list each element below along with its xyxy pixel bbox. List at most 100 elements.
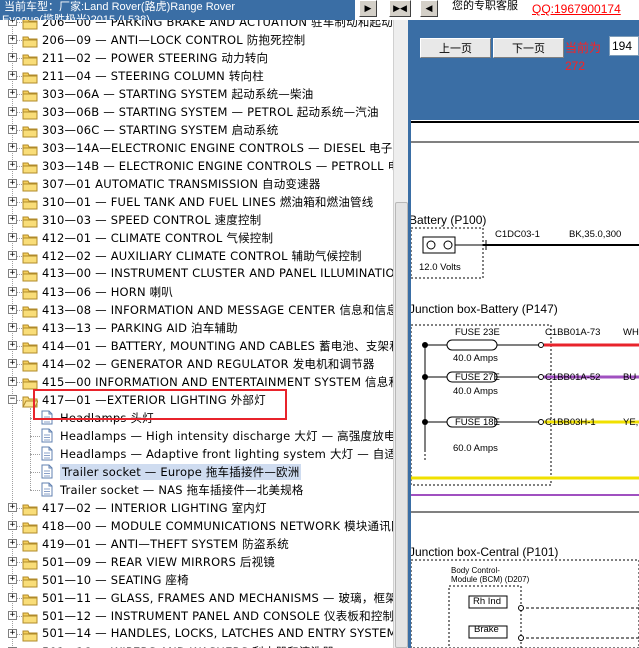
expand-toggle-icon[interactable]: + <box>8 521 17 530</box>
tree-folder-item[interactable]: +413—08 — INFORMATION AND MESSAGE CENTER… <box>0 301 393 319</box>
tree-item-label[interactable]: 211—04 — STEERING COLUMN 转向柱 <box>42 68 264 84</box>
tree-folder-item[interactable]: +206—00 — PARKING BRAKE AND ACTUATION 驻车… <box>0 20 393 31</box>
expand-toggle-icon[interactable]: + <box>8 611 17 620</box>
next-page-button[interactable]: 下一页 <box>493 38 564 58</box>
tree-item-label[interactable]: 412—01 — CLIMATE CONTROL 气候控制 <box>42 230 273 246</box>
tree-folder-item[interactable]: +501—14 — HANDLES, LOCKS, LATCHES AND EN… <box>0 625 393 643</box>
expand-toggle-icon[interactable]: + <box>8 197 17 206</box>
page-number-input[interactable]: 194 <box>609 36 639 56</box>
expand-toggle-icon[interactable]: + <box>8 251 17 260</box>
tree-item-label[interactable]: Headlamps — Adaptive front lighting syst… <box>60 446 393 462</box>
tree-folder-item[interactable]: +418—00 — MODULE COMMUNICATIONS NETWORK … <box>0 517 393 535</box>
expand-toggle-icon[interactable]: + <box>8 215 17 224</box>
support-qq-link[interactable]: QQ:1967900174 <box>532 2 621 16</box>
expand-toggle-icon[interactable]: + <box>8 575 17 584</box>
tree-item-label[interactable]: 413—00 — INSTRUMENT CLUSTER AND PANEL IL… <box>42 266 393 280</box>
tree-folder-item[interactable]: +211—04 — STEERING COLUMN 转向柱 <box>0 67 393 85</box>
tree-folder-item[interactable]: +501—09 — REAR VIEW MIRRORS 后视镜 <box>0 553 393 571</box>
expand-toggle-icon[interactable]: + <box>8 71 17 80</box>
expand-toggle-icon[interactable]: + <box>8 89 17 98</box>
tree-leaf-item[interactable]: Trailer socket — NAS 拖车插接件—北美规格 <box>0 481 393 499</box>
expand-toggle-icon[interactable]: + <box>8 35 17 44</box>
tree-folder-item[interactable]: +501—10 — SEATING 座椅 <box>0 571 393 589</box>
tree-item-label[interactable]: 419—01 — ANTI—THEFT SYSTEM 防盗系统 <box>42 536 289 552</box>
tree-item-label[interactable]: 206—00 — PARKING BRAKE AND ACTUATION 驻车制… <box>42 20 393 30</box>
collapse-toggle-icon[interactable]: − <box>8 395 17 404</box>
tree-leaf-item[interactable]: Headlamps — High intensity discharge 大灯 … <box>0 427 393 445</box>
tree-folder-item[interactable]: +303—06B — STARTING SYSTEM — PETROL 起动系统… <box>0 103 393 121</box>
tree-item-label[interactable]: 413—06 — HORN 喇叭 <box>42 284 173 300</box>
scrollbar-thumb[interactable] <box>395 202 408 648</box>
tree-item-label[interactable]: 414—01 — BATTERY, MOUNTING AND CABLES 蓄电… <box>42 338 393 354</box>
tree-item-label[interactable]: 303—14A—ELECTRONIC ENGINE CONTROLS — DIE… <box>42 140 393 156</box>
tree-item-label[interactable]: 303—14B — ELECTRONIC ENGINE CONTROLS — P… <box>42 158 393 174</box>
expand-toggle-icon[interactable]: + <box>8 503 17 512</box>
tree-folder-item[interactable]: +303—06C — STARTING SYSTEM 启动系统 <box>0 121 393 139</box>
expand-toggle-icon[interactable]: + <box>8 20 17 26</box>
tree-folder-item[interactable]: +413—06 — HORN 喇叭 <box>0 283 393 301</box>
tree-folder-item[interactable]: +211—02 — POWER STEERING 动力转向 <box>0 49 393 67</box>
expand-toggle-icon[interactable]: + <box>8 161 17 170</box>
tree-folder-item[interactable]: +412—02 — AUXILIARY CLIMATE CONTROL 辅助气候… <box>0 247 393 265</box>
expand-right-button[interactable]: ▶ <box>359 0 377 17</box>
tree-folder-item[interactable]: +501—11 — GLASS, FRAMES AND MECHANISMS —… <box>0 589 393 607</box>
tree-item-label[interactable]: 418—00 — MODULE COMMUNICATIONS NETWORK 模… <box>42 518 393 534</box>
tree-item-label[interactable]: 412—02 — AUXILIARY CLIMATE CONTROL 辅助气候控… <box>42 248 362 264</box>
tree-item-label[interactable]: 501—16 — WIPERS AND WASHERS 刮水器和清洗器 <box>42 644 334 648</box>
tree-item-label[interactable]: 414—02 — GENERATOR AND REGULATOR 发电机和调节器 <box>42 356 375 372</box>
tree-folder-item[interactable]: +413—13 — PARKING AID 泊车辅助 <box>0 319 393 337</box>
expand-toggle-icon[interactable]: + <box>8 125 17 134</box>
expand-toggle-icon[interactable]: + <box>8 359 17 368</box>
tree-item-label[interactable]: 206—09 — ANTI—LOCK CONTROL 防抱死控制 <box>42 32 305 48</box>
tree-folder-item[interactable]: +501—12 — INSTRUMENT PANEL AND CONSOLE 仪… <box>0 607 393 625</box>
expand-toggle-icon[interactable]: + <box>8 269 17 278</box>
expand-toggle-icon[interactable]: + <box>8 107 17 116</box>
tree-item-label[interactable]: 501—14 — HANDLES, LOCKS, LATCHES AND ENT… <box>42 626 393 640</box>
tree-folder-item[interactable]: +414—02 — GENERATOR AND REGULATOR 发电机和调节… <box>0 355 393 373</box>
tree-item-label[interactable]: 413—13 — PARKING AID 泊车辅助 <box>42 320 238 336</box>
expand-toggle-icon[interactable]: + <box>8 377 17 386</box>
expand-toggle-icon[interactable]: + <box>8 53 17 62</box>
tree-item-label[interactable]: 501—12 — INSTRUMENT PANEL AND CONSOLE 仪表… <box>42 608 393 624</box>
expand-toggle-icon[interactable]: + <box>8 593 17 602</box>
tree-item-label[interactable]: 303—06B — STARTING SYSTEM — PETROL 起动系统—… <box>42 104 379 120</box>
tree-scrollbar[interactable] <box>393 20 408 648</box>
tree-folder-item[interactable]: +303—14A—ELECTRONIC ENGINE CONTROLS — DI… <box>0 139 393 157</box>
expand-left-button[interactable]: ◀ <box>420 0 438 17</box>
tree-item-label[interactable]: 211—02 — POWER STEERING 动力转向 <box>42 50 268 66</box>
tree-item-label-selected[interactable]: Trailer socket — Europe 拖车插接件—欧洲 <box>60 464 302 480</box>
tree-item-label[interactable]: 307—01 AUTOMATIC TRANSMISSION 自动变速器 <box>42 176 321 192</box>
tree-folder-item[interactable]: +303—14B — ELECTRONIC ENGINE CONTROLS — … <box>0 157 393 175</box>
tree-item-label[interactable]: 310—01 — FUEL TANK AND FUEL LINES 燃油箱和燃油… <box>42 194 373 210</box>
expand-toggle-icon[interactable]: + <box>8 629 17 638</box>
tree-leaf-item[interactable]: Headlamps — Adaptive front lighting syst… <box>0 445 393 463</box>
tree-item-label[interactable]: 417—02 — INTERIOR LIGHTING 室内灯 <box>42 500 267 516</box>
tree-item-label[interactable]: 303—06A — STARTING SYSTEM 起动系统—柴油 <box>42 86 313 102</box>
expand-toggle-icon[interactable]: + <box>8 287 17 296</box>
tree-item-label[interactable]: 501—09 — REAR VIEW MIRRORS 后视镜 <box>42 554 275 570</box>
tree-item-label[interactable]: Headlamps — High intensity discharge 大灯 … <box>60 428 393 444</box>
expand-toggle-icon[interactable]: + <box>8 539 17 548</box>
tree-item-label[interactable]: 415—00 INFORMATION AND ENTERTAINMENT SYS… <box>42 374 393 390</box>
tree-folder-item[interactable]: +412—01 — CLIMATE CONTROL 气候控制 <box>0 229 393 247</box>
tree-item-label[interactable]: 303—06C — STARTING SYSTEM 启动系统 <box>42 122 278 138</box>
tree-folder-item[interactable]: +303—06A — STARTING SYSTEM 起动系统—柴油 <box>0 85 393 103</box>
tree-folder-item[interactable]: +206—09 — ANTI—LOCK CONTROL 防抱死控制 <box>0 31 393 49</box>
tree-folder-item[interactable]: +419—01 — ANTI—THEFT SYSTEM 防盗系统 <box>0 535 393 553</box>
tree-folder-item[interactable]: +310—01 — FUEL TANK AND FUEL LINES 燃油箱和燃… <box>0 193 393 211</box>
prev-page-button[interactable]: 上一页 <box>420 38 491 58</box>
expand-toggle-icon[interactable]: + <box>8 143 17 152</box>
split-view-button[interactable]: ▶◀ <box>389 0 411 17</box>
tree-folder-item[interactable]: +414—01 — BATTERY, MOUNTING AND CABLES 蓄… <box>0 337 393 355</box>
tree-item-label[interactable]: Trailer socket — NAS 拖车插接件—北美规格 <box>60 482 304 498</box>
expand-toggle-icon[interactable]: + <box>8 323 17 332</box>
tree-item-label[interactable]: 501—10 — SEATING 座椅 <box>42 572 189 588</box>
tree-item-label[interactable]: 310—03 — SPEED CONTROL 速度控制 <box>42 212 261 228</box>
tree-folder-item[interactable]: +417—02 — INTERIOR LIGHTING 室内灯 <box>0 499 393 517</box>
expand-toggle-icon[interactable]: + <box>8 557 17 566</box>
tree-item-label[interactable]: 501—11 — GLASS, FRAMES AND MECHANISMS — … <box>42 590 393 606</box>
tree-folder-item[interactable]: +307—01 AUTOMATIC TRANSMISSION 自动变速器 <box>0 175 393 193</box>
tree-leaf-item[interactable]: Trailer socket — Europe 拖车插接件—欧洲 <box>0 463 393 481</box>
tree-item-label[interactable]: 413—08 — INFORMATION AND MESSAGE CENTER … <box>42 302 393 318</box>
expand-toggle-icon[interactable]: + <box>8 305 17 314</box>
